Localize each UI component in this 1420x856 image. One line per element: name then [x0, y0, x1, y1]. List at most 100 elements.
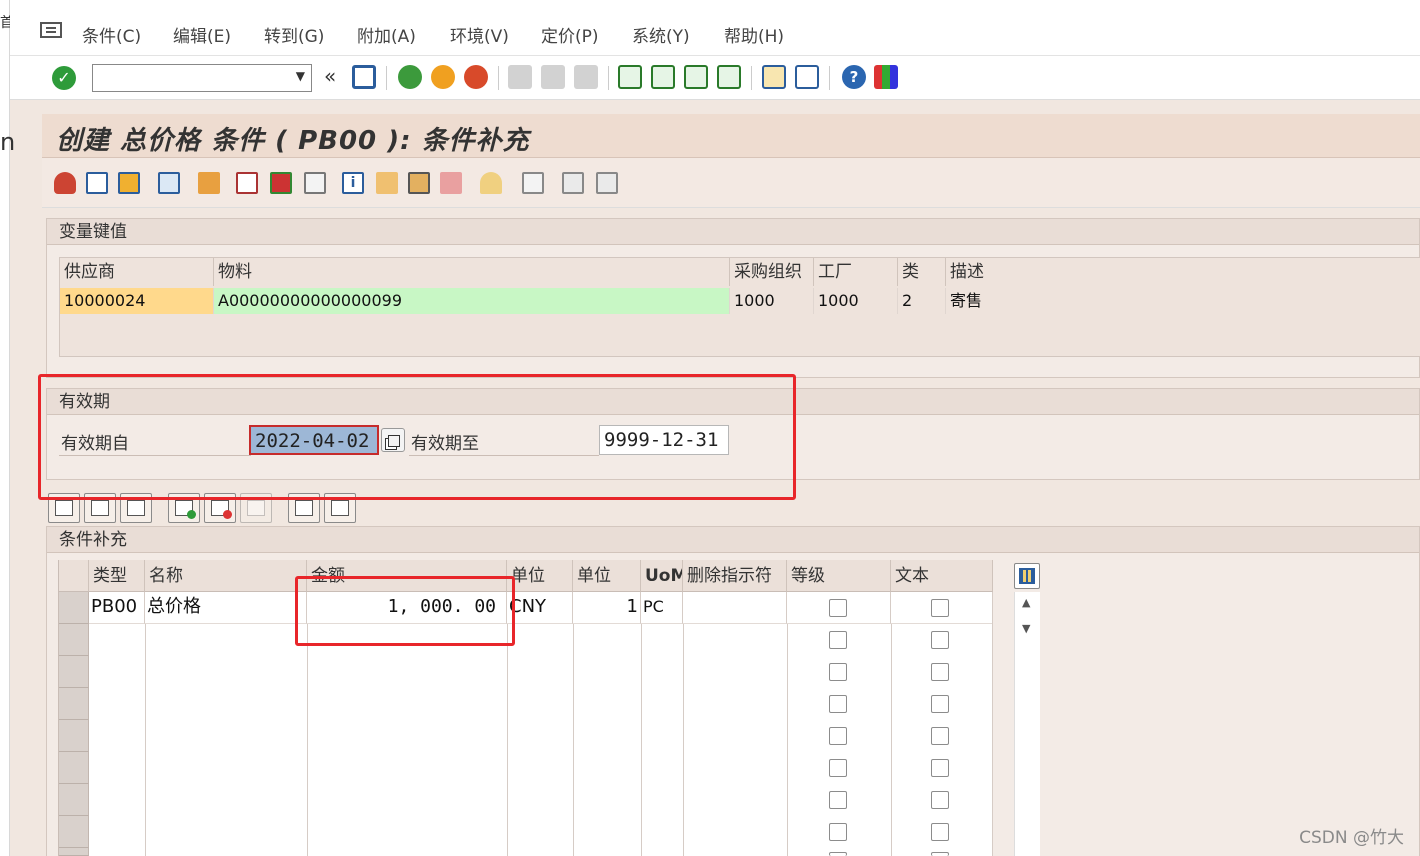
supplement-heading: 条件补充	[47, 527, 1419, 553]
row-selector[interactable]	[59, 592, 89, 624]
menu-pricing[interactable]: 定价(P)	[541, 22, 599, 47]
menu-edit[interactable]: 编辑(E)	[173, 22, 231, 47]
menu-exit-icon[interactable]	[40, 22, 62, 38]
row-name: 总价格	[145, 592, 307, 624]
text-checkbox[interactable]	[931, 631, 949, 649]
scroll-down-icon[interactable]: ▼	[1022, 622, 1030, 635]
previous-page-icon[interactable]	[651, 65, 675, 89]
menu-help[interactable]: 帮助(H)	[724, 22, 784, 47]
edit-note-icon[interactable]	[304, 172, 326, 194]
row-uom[interactable]: PC	[641, 592, 683, 624]
col-plant: 工厂	[814, 258, 898, 286]
display-icon[interactable]	[86, 172, 108, 194]
row-pricing-unit[interactable]: 1	[573, 592, 641, 624]
calendar-icon[interactable]	[236, 172, 258, 194]
tools-icon[interactable]	[408, 172, 430, 194]
next-page-icon[interactable]	[684, 65, 708, 89]
text-checkbox[interactable]	[931, 759, 949, 777]
next-record-icon[interactable]	[596, 172, 618, 194]
scale-checkbox[interactable]	[829, 727, 847, 745]
find-icon[interactable]	[541, 65, 565, 89]
delete-scale-icon[interactable]	[440, 172, 462, 194]
exit-icon[interactable]	[431, 65, 455, 89]
scale-checkbox[interactable]	[829, 599, 847, 617]
layout-menu-icon[interactable]	[874, 65, 898, 89]
save-icon[interactable]	[352, 65, 376, 89]
key-table: 供应商 物料 采购组织 工厂 类 描述 10000024 A0000000000…	[59, 257, 1420, 357]
text-checkbox[interactable]	[931, 599, 949, 617]
text-checkbox[interactable]	[931, 663, 949, 681]
gift-icon[interactable]	[270, 172, 292, 194]
collapse-icon[interactable]: «	[324, 64, 336, 88]
key-values-heading: 变量键值	[47, 219, 1419, 245]
command-field[interactable]: ▼	[92, 64, 312, 92]
menu-environment[interactable]: 环境(V)	[450, 22, 509, 47]
copy-icon[interactable]	[158, 172, 180, 194]
col-vendor: 供应商	[60, 258, 214, 286]
last-page-icon[interactable]	[717, 65, 741, 89]
page-title: 创建 总价格 条件 ( PB00 ): 条件补充	[56, 126, 530, 156]
find-next-icon[interactable]	[574, 65, 598, 89]
prev-record-icon[interactable]	[562, 172, 584, 194]
enter-check-icon[interactable]: ✓	[52, 66, 76, 90]
scale-checkbox[interactable]	[829, 759, 847, 777]
scale-checkbox[interactable]	[829, 791, 847, 809]
text-checkbox[interactable]	[931, 791, 949, 809]
scale-checkbox[interactable]	[829, 695, 847, 713]
left-window-strip: 首 n	[0, 0, 15, 856]
scale-checkbox[interactable]	[829, 631, 847, 649]
scale-checkbox[interactable]	[829, 823, 847, 841]
scale-checkbox[interactable]	[829, 663, 847, 681]
menu-system[interactable]: 系统(Y)	[632, 22, 690, 47]
info-icon[interactable]: i	[342, 172, 364, 194]
text-checkbox[interactable]	[931, 695, 949, 713]
key-values-panel: 变量键值 供应商 物料 采购组织 工厂 类 描述 10000024 A00000…	[46, 218, 1420, 378]
material-value: A00000000000000099	[214, 288, 730, 314]
col-category: 类	[898, 258, 946, 286]
chart-icon[interactable]	[480, 172, 502, 194]
chevron-down-icon[interactable]: ▼	[296, 69, 305, 83]
transfer-icon[interactable]	[198, 172, 220, 194]
application-toolbar: i	[42, 158, 1420, 208]
left-strip-char-2: n	[0, 128, 16, 156]
category-value: 2	[898, 288, 946, 314]
col-name: 名称	[145, 560, 307, 592]
back-icon[interactable]	[398, 65, 422, 89]
validity-highlight-box	[38, 374, 796, 500]
watermark: CSDN @竹大	[1299, 828, 1404, 848]
plant-value: 1000	[814, 288, 898, 314]
col-text: 文本	[891, 560, 993, 592]
text-checkbox[interactable]	[931, 727, 949, 745]
row-unit[interactable]: CNY	[507, 592, 573, 624]
supplement-table: 类型 名称 金额 单位 单位 UoM 删除指示符 等级 文本 PB00 总价格 …	[58, 560, 993, 856]
vertical-scrollbar[interactable]: ▲ ▼	[1014, 592, 1040, 856]
document-icon[interactable]	[522, 172, 544, 194]
col-description: 描述	[950, 262, 984, 282]
scales-icon[interactable]	[376, 172, 398, 194]
col-select-header[interactable]	[59, 560, 89, 592]
help-icon[interactable]: ?	[842, 65, 866, 89]
text-checkbox[interactable]	[931, 823, 949, 841]
first-page-icon[interactable]	[618, 65, 642, 89]
col-pricing-unit: 单位	[573, 560, 641, 592]
print-icon[interactable]	[508, 65, 532, 89]
menu-bar: 条件(C) 编辑(E) 转到(G) 附加(A) 环境(V) 定价(P) 系统(Y…	[10, 0, 1420, 56]
col-type: 类型	[89, 560, 145, 592]
col-uom: UoM	[641, 560, 683, 592]
condition-info-icon[interactable]	[54, 172, 76, 194]
change-icon[interactable]	[118, 172, 140, 194]
menu-extras[interactable]: 附加(A)	[357, 22, 416, 47]
col-scale: 等级	[787, 560, 891, 592]
col-material: 物料	[214, 258, 730, 286]
cancel-icon[interactable]	[464, 65, 488, 89]
row-deletion	[683, 592, 787, 624]
new-session-icon[interactable]	[762, 65, 786, 89]
menu-condition[interactable]: 条件(C)	[82, 22, 141, 47]
col-unit: 单位	[507, 560, 573, 592]
purch-org-value: 1000	[730, 288, 814, 314]
column-config-icon[interactable]	[1014, 563, 1040, 589]
menu-goto[interactable]: 转到(G)	[264, 22, 324, 47]
col-deletion-indicator: 删除指示符	[683, 560, 787, 592]
scroll-up-icon[interactable]: ▲	[1022, 596, 1030, 609]
shortcut-icon[interactable]	[795, 65, 819, 89]
